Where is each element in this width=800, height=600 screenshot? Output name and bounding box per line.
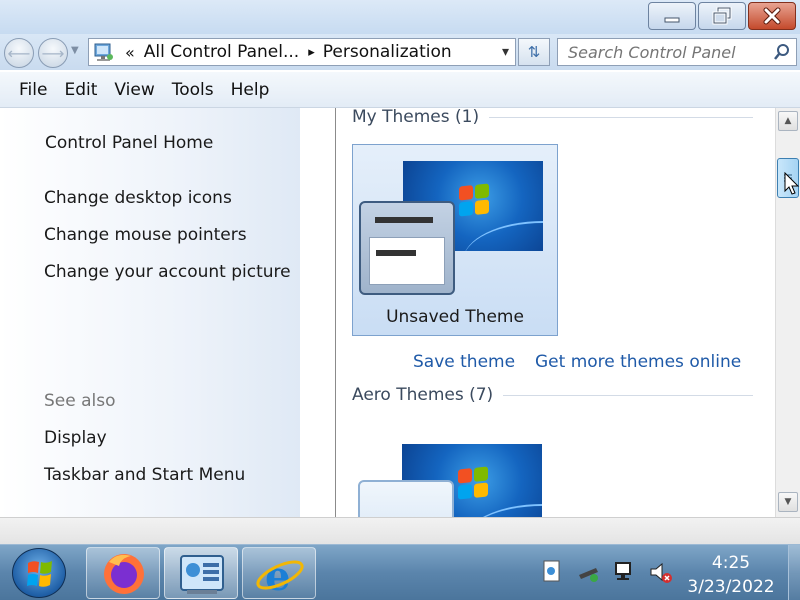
save-theme-link[interactable]: Save theme [413, 352, 515, 372]
safely-remove-hardware-icon[interactable] [576, 559, 602, 585]
windows-logo-icon [459, 183, 489, 217]
wallpaper-swoosh [463, 221, 543, 251]
menu-file[interactable]: File [19, 80, 47, 100]
minimize-icon [664, 17, 680, 23]
address-field[interactable]: « All Control Panel... ▸ Personalization… [88, 38, 516, 66]
search-box[interactable] [557, 38, 797, 66]
recent-pages-dropdown-icon[interactable]: ▼ [71, 45, 79, 56]
my-themes-label: My Themes (1) [352, 108, 480, 127]
group-divider [489, 116, 754, 118]
taskbar: e 4:25 3/23/2022 [0, 544, 800, 600]
get-more-themes-link[interactable]: Get more themes online [535, 352, 741, 372]
menu-view[interactable]: View [114, 80, 154, 100]
clock-date: 3/23/2022 [687, 577, 775, 597]
wallpaper-swoosh [462, 504, 542, 517]
taskbar-firefox-button[interactable] [86, 547, 160, 599]
title-bar [0, 0, 800, 34]
breadcrumb-all-control-panel[interactable]: All Control Panel... [144, 42, 299, 62]
taskbar-control-panel-button[interactable] [164, 547, 238, 599]
start-button[interactable] [12, 548, 66, 598]
status-bar [0, 517, 800, 544]
volume-muted-icon[interactable] [648, 559, 674, 585]
search-icon[interactable] [773, 43, 791, 61]
clock-time: 4:25 [711, 553, 751, 573]
menu-edit[interactable]: Edit [64, 80, 97, 100]
control-panel-home-link[interactable]: Control Panel Home [45, 133, 213, 153]
back-arrow-icon: ⟵ [7, 43, 31, 63]
control-panel-icon [94, 43, 113, 61]
change-mouse-pointers-link[interactable]: Change mouse pointers [44, 225, 247, 245]
mouse-cursor-icon [784, 172, 800, 195]
svg-text:e: e [265, 553, 290, 600]
system-clock[interactable]: 4:25 3/23/2022 [686, 551, 776, 599]
taskbar-internet-explorer-button[interactable]: e [242, 547, 316, 600]
navigation-bar: ⟵ ⟶ ▼ « All Control Panel... ▸ Personali… [0, 34, 800, 70]
refresh-button[interactable]: ⇅ [518, 38, 550, 66]
minimize-button[interactable] [648, 2, 696, 30]
restore-icon [712, 7, 732, 25]
menu-help[interactable]: Help [231, 80, 270, 100]
restore-button[interactable] [698, 2, 746, 30]
refresh-icon: ⇅ [527, 43, 541, 61]
action-center-icon[interactable] [539, 559, 565, 585]
tasks-pane: Control Panel Home Change desktop icons … [0, 108, 300, 517]
breadcrumb-personalization[interactable]: Personalization [323, 42, 452, 62]
change-account-picture-link[interactable]: Change your account picture [44, 262, 291, 282]
windows-start-icon [27, 561, 52, 587]
scroll-up-button[interactable]: ▲ [778, 111, 798, 131]
breadcrumb-overflow-chevron[interactable]: « [125, 43, 135, 62]
firefox-icon [104, 554, 144, 594]
preview-window-pane [369, 237, 445, 285]
window-color-preview [358, 480, 454, 517]
forward-arrow-icon: ⟶ [41, 43, 65, 63]
aero-theme-tile[interactable] [352, 428, 558, 517]
address-dropdown-icon[interactable]: ▾ [502, 44, 509, 60]
unsaved-theme-tile[interactable]: Unsaved Theme [352, 144, 558, 336]
taskbar-start-menu-link[interactable]: Taskbar and Start Menu [44, 465, 245, 485]
vertical-scrollbar[interactable]: ▲ ▼ [775, 108, 800, 517]
network-icon[interactable] [612, 559, 638, 585]
show-desktop-button[interactable] [788, 545, 800, 600]
back-button[interactable]: ⟵ [4, 38, 34, 68]
windows-logo-icon [458, 466, 488, 500]
close-button[interactable] [748, 2, 796, 30]
preview-title-bar [375, 217, 433, 223]
internet-explorer-icon: e [256, 553, 304, 600]
change-desktop-icons-link[interactable]: Change desktop icons [44, 188, 232, 208]
menu-bar: File Edit View Tools Help [0, 72, 800, 108]
aero-themes-label: Aero Themes (7) [352, 385, 494, 405]
theme-name: Unsaved Theme [386, 307, 524, 327]
aero-themes-group-header: Aero Themes (7) [352, 385, 754, 405]
display-link[interactable]: Display [44, 428, 107, 448]
preview-text-bar [376, 250, 416, 256]
menu-tools[interactable]: Tools [172, 80, 214, 100]
control-panel-icon [180, 555, 224, 594]
window-color-preview [359, 201, 455, 295]
close-icon [763, 7, 781, 25]
group-divider [503, 394, 754, 396]
see-also-heading: See also [44, 391, 116, 411]
my-themes-group-header: My Themes (1) [352, 108, 754, 127]
breadcrumb-separator-icon[interactable]: ▸ [308, 45, 315, 60]
scroll-down-button[interactable]: ▼ [778, 492, 798, 512]
themes-content: My Themes (1) Unsaved Theme Save theme G… [335, 108, 775, 517]
search-input[interactable] [568, 42, 773, 62]
forward-button[interactable]: ⟶ [38, 38, 68, 68]
